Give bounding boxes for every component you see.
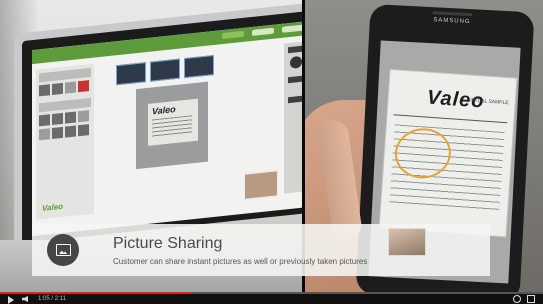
laptop: Valeo Valeo	[14, 2, 303, 244]
tool-icon[interactable]	[39, 84, 50, 97]
label-plate-photo: Valeo	[148, 98, 198, 146]
tool-panel: Valeo	[36, 63, 94, 220]
webcam-pip	[388, 228, 426, 256]
participants-panel	[284, 38, 303, 194]
tool-icon[interactable]	[65, 125, 76, 138]
app-logo: Valeo	[42, 201, 64, 214]
play-icon[interactable]	[8, 296, 14, 304]
label-text-lines	[152, 115, 192, 138]
tool-icon[interactable]	[52, 82, 63, 96]
time-display: 1:05 / 2:11	[38, 296, 66, 302]
caption-subtitle: Customer can share instant pictures as w…	[113, 257, 368, 266]
thumbnail[interactable]	[150, 58, 180, 82]
panel-header	[288, 42, 303, 54]
tool-icon[interactable]	[65, 111, 76, 124]
avatar	[290, 55, 302, 69]
picture-icon	[47, 234, 79, 266]
tool-icon[interactable]	[52, 126, 63, 140]
gear-icon[interactable]	[513, 295, 521, 303]
status-pill	[222, 30, 244, 40]
tool-icon[interactable]	[52, 112, 63, 126]
laptop-bezel: Valeo Valeo	[22, 10, 303, 244]
tool-icons-row	[39, 80, 89, 97]
stop-icon[interactable]	[78, 80, 89, 93]
app-header	[32, 20, 303, 65]
photo-brand-text: Valeo	[152, 104, 176, 117]
video-frame[interactable]: Valeo Valeo SAMSUNG Valeo INITIAL SAMPLE…	[0, 0, 543, 304]
panel-row	[288, 72, 303, 84]
photo-thumbnails	[116, 54, 214, 86]
tool-icon[interactable]	[78, 124, 89, 137]
laptop-screen: Valeo Valeo	[32, 20, 303, 237]
caption-title: Picture Sharing	[113, 235, 223, 252]
label-plate: Valeo INITIAL SAMPLE	[379, 69, 517, 237]
status-pill	[252, 27, 274, 36]
label-rule	[393, 114, 508, 124]
panel-row	[288, 92, 303, 104]
thumbnail[interactable]	[116, 62, 146, 86]
tool-icon[interactable]	[78, 110, 89, 123]
tool-icon[interactable]	[39, 114, 50, 127]
phone-brand: SAMSUNG	[433, 17, 471, 26]
tool-icons-row	[39, 124, 89, 141]
webcam-tile	[244, 170, 278, 200]
earpiece	[432, 11, 473, 17]
status-pill	[282, 24, 303, 33]
volume-icon[interactable]	[22, 296, 28, 302]
shared-photo: Valeo	[136, 81, 208, 170]
player-controls: 1:05 / 2:11	[0, 292, 543, 304]
tool-icon[interactable]	[65, 81, 76, 94]
tool-icon[interactable]	[39, 128, 50, 141]
progress-bar[interactable]	[0, 292, 543, 294]
progress-fill	[0, 292, 191, 294]
thumbnail[interactable]	[184, 54, 214, 79]
fullscreen-icon[interactable]	[527, 295, 535, 303]
